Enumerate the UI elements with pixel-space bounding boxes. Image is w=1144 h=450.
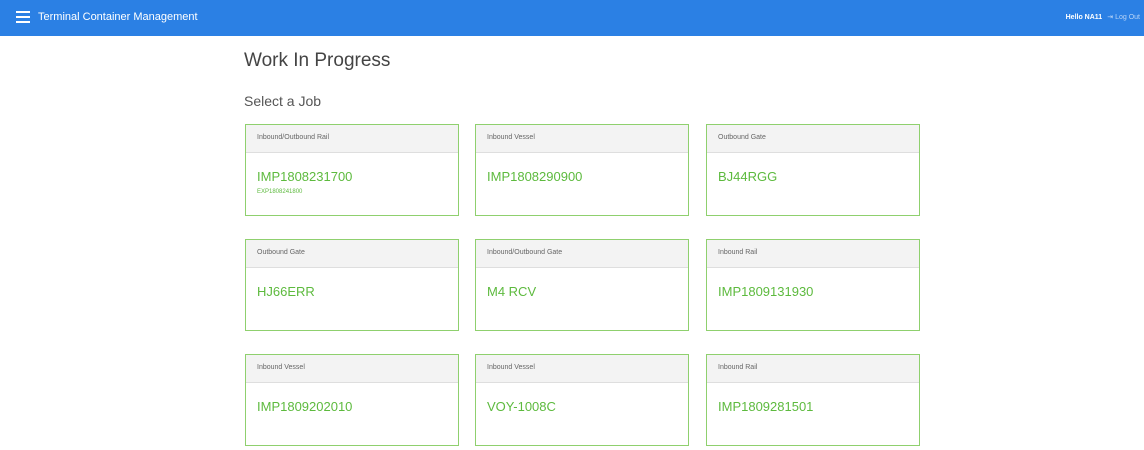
- job-sub-reference: [476, 299, 688, 304]
- job-card[interactable]: Inbound Vessel IMP1808290900: [475, 124, 689, 216]
- job-type: Inbound Vessel: [476, 125, 688, 153]
- job-sub-reference: [707, 299, 919, 304]
- job-reference: BJ44RGG: [718, 169, 778, 184]
- job-type: Outbound Gate: [707, 125, 919, 153]
- job-type: Inbound Vessel: [476, 355, 688, 383]
- section-title: Select a Job: [244, 93, 322, 109]
- job-sub-reference: [476, 184, 688, 189]
- job-reference: VOY-1008C: [487, 399, 556, 414]
- page-title: Work In Progress: [244, 50, 391, 71]
- logout-label: Log Out: [1115, 13, 1140, 21]
- job-reference: IMP1809131930: [718, 284, 814, 299]
- job-type: Outbound Gate: [246, 240, 458, 268]
- job-card[interactable]: Inbound/Outbound Rail IMP1808231700 EXP1…: [245, 124, 459, 216]
- job-sub-reference: [707, 414, 919, 419]
- job-sub-reference: EXP1808241800: [257, 189, 303, 195]
- hamburger-icon[interactable]: [16, 11, 30, 23]
- app-title[interactable]: Terminal Container Management: [38, 11, 198, 23]
- job-sub-reference: [476, 414, 688, 419]
- job-reference: IMP1809281501: [718, 399, 814, 414]
- top-navbar: Terminal Container Management Hello NA11…: [0, 0, 1144, 36]
- job-card[interactable]: Inbound Rail IMP1809281501: [706, 354, 920, 446]
- job-reference: M4 RCV: [487, 284, 537, 299]
- job-card[interactable]: Inbound/Outbound Gate M4 RCV: [475, 239, 689, 331]
- job-type: Inbound Rail: [707, 355, 919, 383]
- job-type: Inbound Rail: [707, 240, 919, 268]
- job-card[interactable]: Inbound Vessel IMP1809202010: [245, 354, 459, 446]
- job-sub-reference: [246, 299, 458, 304]
- job-card[interactable]: Inbound Rail IMP1809131930: [706, 239, 920, 331]
- job-sub-reference: [246, 414, 458, 419]
- job-type: Inbound Vessel: [246, 355, 458, 383]
- user-greeting: Hello NA11: [1065, 13, 1103, 21]
- job-reference: HJ66ERR: [257, 284, 315, 299]
- job-reference: IMP1809202010: [257, 399, 353, 414]
- job-type: Inbound/Outbound Rail: [246, 125, 458, 153]
- user-area: Hello NA11 ⇥ Log Out: [1065, 13, 1140, 22]
- job-card[interactable]: Outbound Gate BJ44RGG: [706, 124, 920, 216]
- logout-link[interactable]: ⇥ Log Out: [1107, 13, 1140, 22]
- job-card[interactable]: Outbound Gate HJ66ERR: [245, 239, 459, 331]
- job-reference: IMP1808231700: [257, 169, 353, 184]
- logout-icon: ⇥: [1107, 14, 1114, 21]
- job-sub-reference: [707, 184, 919, 189]
- job-card[interactable]: Inbound Vessel VOY-1008C: [475, 354, 689, 446]
- job-type: Inbound/Outbound Gate: [476, 240, 688, 268]
- job-reference: IMP1808290900: [487, 169, 583, 184]
